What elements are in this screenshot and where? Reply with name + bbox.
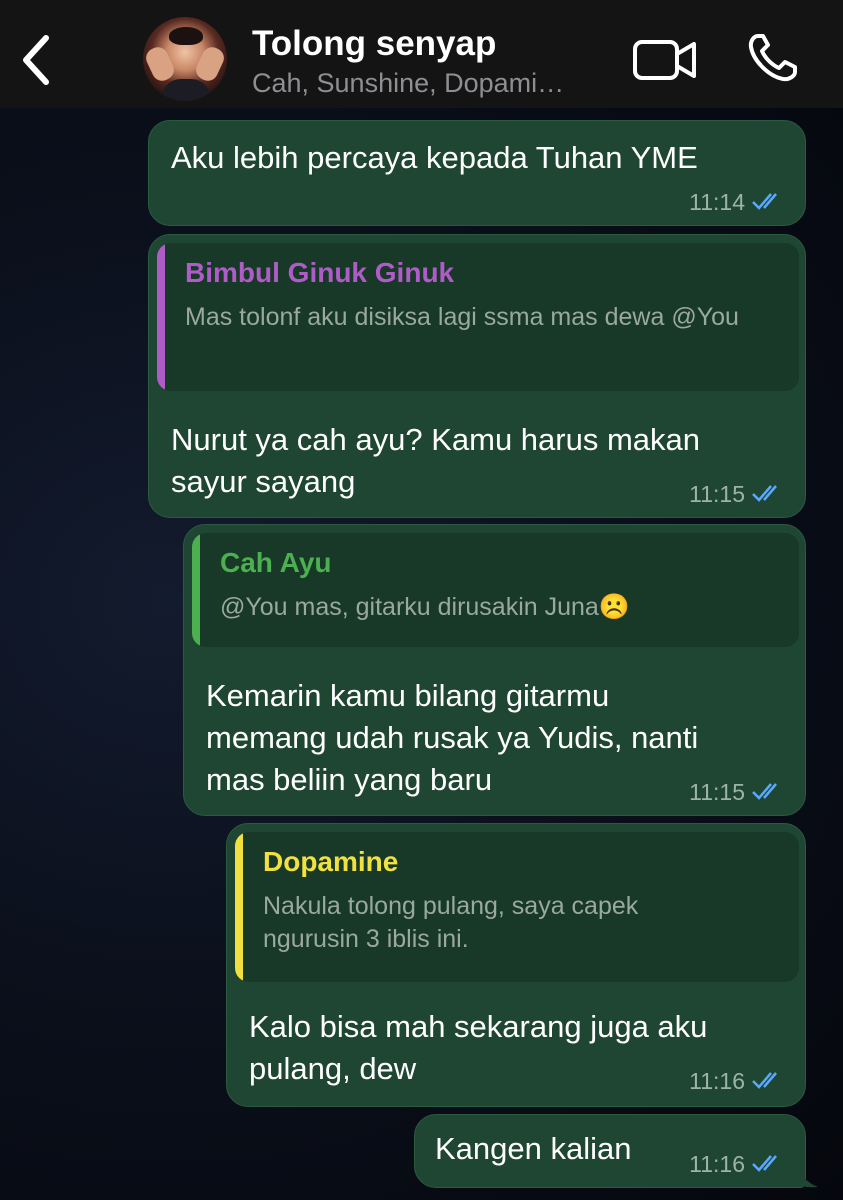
quote-author: Bimbul Ginuk Ginuk: [185, 257, 455, 288]
chat-screen: Tolong senyap Cah, Sunshine, Dopami… Aku…: [0, 0, 843, 1200]
message-text: Nurut ya cah ayu? Kamu harus makan sayur…: [171, 419, 700, 503]
message-line: Kemarin kamu bilang gitarmu: [206, 678, 610, 713]
chat-title[interactable]: Tolong senyap: [252, 24, 496, 64]
message-time: 11:15: [689, 481, 745, 507]
double-check-icon: [752, 783, 777, 800]
quote-bar: [157, 243, 165, 391]
message-line: Nurut ya cah ayu? Kamu harus makan: [171, 422, 700, 457]
chat-members-subtitle[interactable]: Cah, Sunshine, Dopami…: [252, 68, 604, 99]
phone-icon: [748, 34, 797, 82]
message-line: sayur sayang: [171, 464, 356, 499]
message-text: Kemarin kamu bilang gitarmu memang udah …: [206, 675, 698, 801]
message-bubble-3[interactable]: Cah Ayu @You mas, gitarku dirusakin Juna…: [183, 524, 806, 816]
quote-text: Mas tolonf aku disiksa lagi ssma mas dew…: [185, 303, 739, 331]
message-time: 11:16: [689, 1151, 745, 1177]
message-time: 11:15: [689, 779, 745, 805]
double-check-icon: [752, 193, 777, 210]
quote-line: ngurusin 3 iblis ini.: [263, 925, 469, 953]
double-check-icon: [752, 485, 777, 502]
reply-quote[interactable]: Bimbul Ginuk Ginuk Mas tolonf aku disiks…: [157, 243, 799, 391]
message-bubble-5[interactable]: Kangen kalian 11:16: [414, 1114, 806, 1188]
message-time: 11:14: [689, 189, 745, 215]
message-bubble-2[interactable]: Bimbul Ginuk Ginuk Mas tolonf aku disiks…: [148, 234, 806, 518]
group-avatar[interactable]: [143, 17, 227, 101]
message-line: pulang, dew: [249, 1051, 417, 1086]
video-call-button[interactable]: [632, 38, 698, 82]
reply-quote[interactable]: Dopamine Nakula tolong pulang, saya cape…: [235, 832, 799, 982]
message-line: mas beliin yang baru: [206, 762, 493, 797]
quote-bar: [192, 533, 200, 647]
quote-author: Cah Ayu: [220, 547, 332, 578]
quote-author: Dopamine: [263, 846, 399, 877]
voice-call-button[interactable]: [746, 32, 800, 84]
message-line: memang udah rusak ya Yudis, nanti: [206, 720, 699, 755]
message-bubble-4[interactable]: Dopamine Nakula tolong pulang, saya cape…: [226, 823, 806, 1107]
back-chevron-icon: [23, 35, 49, 85]
bubble-tail: [796, 1158, 818, 1188]
message-bubble-1[interactable]: Aku lebih percaya kepada Tuhan YME 11:14: [148, 120, 806, 226]
double-check-icon: [752, 1072, 777, 1089]
message-text: Kalo bisa mah sekarang juga aku pulang, …: [249, 1006, 707, 1090]
double-check-icon: [752, 1155, 777, 1172]
message-time: 11:16: [689, 1068, 745, 1094]
back-button[interactable]: [18, 32, 58, 88]
message-line: Kalo bisa mah sekarang juga aku: [249, 1009, 708, 1044]
quote-text: Nakula tolong pulang, saya capek ngurusi…: [263, 890, 781, 956]
chat-header: Tolong senyap Cah, Sunshine, Dopami…: [0, 0, 843, 108]
quote-text: @You mas, gitarku dirusakin Juna☹️: [220, 593, 630, 621]
quote-line: Nakula tolong pulang, saya capek: [263, 892, 639, 920]
reply-quote[interactable]: Cah Ayu @You mas, gitarku dirusakin Juna…: [192, 533, 799, 647]
video-camera-icon: [633, 40, 696, 80]
message-text: Aku lebih percaya kepada Tuhan YME: [171, 140, 698, 175]
quote-bar: [235, 832, 243, 982]
message-text: Kangen kalian: [435, 1131, 632, 1166]
